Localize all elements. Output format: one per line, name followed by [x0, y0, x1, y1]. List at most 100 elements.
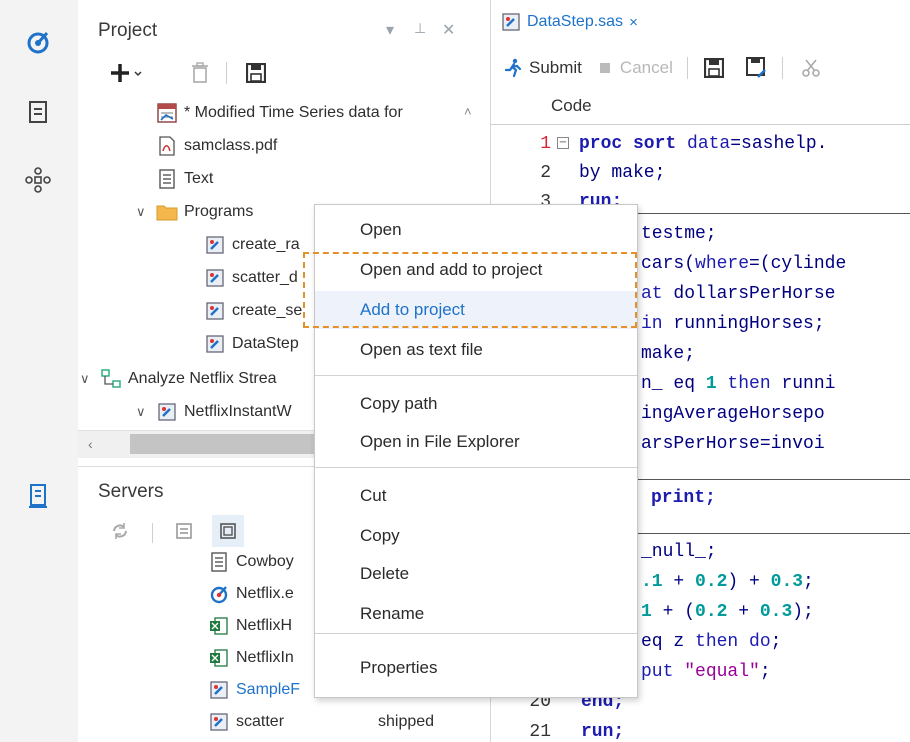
sas-program-icon	[204, 333, 226, 355]
tree-item[interactable]: ∨ Analyze Netflix Strea	[80, 364, 277, 394]
tree-item[interactable]: ∨ NetflixInstantW	[136, 397, 292, 427]
server-file-item[interactable]: NetflixH	[208, 611, 292, 641]
line-number: 2	[540, 163, 551, 183]
server-file-label: Netflix.e	[236, 585, 294, 602]
chevron-down-icon[interactable]: ▾	[386, 20, 394, 40]
tree-item[interactable]: create_se	[204, 296, 302, 326]
tree-item-label: Text	[184, 170, 214, 187]
refresh-icon[interactable]	[106, 517, 134, 545]
save-as-icon[interactable]	[745, 57, 768, 79]
sas-program-icon	[156, 401, 178, 423]
scroll-up-icon[interactable]: ˄	[464, 104, 472, 119]
menu-item[interactable]: Open and add to project	[315, 251, 637, 289]
server-file-label: NetflixH	[236, 617, 293, 634]
sas-program-icon	[501, 12, 521, 32]
server-file-item[interactable]: SampleF	[208, 675, 300, 705]
tree-item-label: create_se	[232, 302, 303, 319]
time-series-icon	[156, 102, 178, 124]
save-icon[interactable]	[703, 58, 724, 78]
save-icon[interactable]	[242, 58, 270, 88]
tree-item[interactable]: Text	[156, 164, 213, 194]
sas-program-icon	[204, 267, 226, 289]
running-man-icon	[503, 58, 523, 78]
project-pane-title: Project	[98, 20, 158, 41]
chevron-down-icon[interactable]: ∨	[136, 404, 152, 420]
tree-item[interactable]: * Modified Time Series data for	[156, 98, 403, 128]
scroll-left-icon[interactable]: ‹	[88, 436, 93, 452]
menu-item[interactable]: Open as text file	[315, 331, 637, 369]
server-file-item[interactable]: Cowboy	[208, 547, 294, 577]
server-file-label: SampleF	[236, 681, 301, 698]
context-menu: Open Open and add to project Add to projec…	[314, 204, 638, 698]
add-button[interactable]	[108, 58, 148, 88]
server-file-item[interactable]: shipped	[378, 707, 434, 737]
tab-close-icon[interactable]: ×	[629, 14, 638, 31]
stop-icon	[599, 63, 610, 73]
toolbar-separator	[226, 62, 227, 84]
code-text: .1 + 0.2) + 0.3;	[641, 572, 814, 592]
fold-toggle-icon[interactable]: −	[557, 137, 569, 149]
code-text: n_ eq 1 then runni	[641, 374, 836, 394]
submit-button[interactable]: Submit	[503, 58, 582, 78]
tree-item[interactable]: scatter_d	[204, 263, 298, 293]
document-icon[interactable]	[22, 96, 54, 128]
chevron-down-icon[interactable]: ∨	[80, 371, 96, 387]
tree-item-label: samclass.pdf	[184, 137, 278, 154]
menu-item[interactable]: Rename	[315, 595, 637, 633]
menu-item[interactable]: Cut	[315, 477, 637, 515]
editor-toolbar: Submit Cancel	[491, 46, 910, 90]
menu-separator	[315, 633, 637, 634]
menu-item[interactable]: Delete	[315, 555, 637, 593]
excel-file-icon	[208, 615, 230, 637]
toolbar-separator	[152, 523, 153, 543]
server-properties-icon[interactable]	[212, 515, 244, 547]
code-text: cars(where=(cylinde	[641, 254, 847, 274]
pin-icon[interactable]: ⊥	[414, 20, 426, 37]
tree-item[interactable]: DataStep	[204, 329, 299, 359]
tree-item[interactable]: create_ra	[204, 230, 300, 260]
trash-icon[interactable]	[186, 58, 214, 88]
server-icon[interactable]	[22, 480, 54, 512]
enterprise-guide-icon	[208, 583, 230, 605]
menu-item[interactable]: Copy path	[315, 385, 637, 423]
tree-item[interactable]: samclass.pdf	[156, 131, 277, 161]
sas-logo-icon[interactable]	[22, 26, 54, 58]
cancel-button[interactable]: Cancel	[599, 58, 673, 78]
server-file-item[interactable]: Netflix.e	[208, 579, 294, 609]
network-icon[interactable]	[22, 164, 54, 196]
code-text: eq z then do;	[641, 632, 782, 652]
code-line: 21 run;	[491, 717, 910, 742]
text-file-icon	[156, 168, 178, 190]
menu-item[interactable]: Open	[315, 211, 637, 249]
line-number: 21	[529, 722, 551, 742]
server-file-item[interactable]: scatter	[208, 707, 284, 737]
code-section-label: Code	[551, 96, 592, 115]
menu-item[interactable]: Add to project	[315, 291, 637, 329]
server-remove-icon[interactable]	[170, 517, 198, 545]
tree-item[interactable]: ∨ Programs	[136, 197, 253, 227]
menu-item[interactable]: Copy	[315, 517, 637, 555]
excel-file-icon	[208, 647, 230, 669]
close-icon[interactable]: ✕	[442, 20, 455, 40]
code-text: _null_;	[641, 542, 717, 562]
tree-item-label: create_ra	[232, 236, 300, 253]
code-text: make;	[641, 344, 696, 364]
editor-tab-bar: DataStep.sas ×	[491, 0, 910, 44]
submit-label: Submit	[529, 58, 582, 77]
menu-item[interactable]: Open in File Explorer	[315, 423, 637, 461]
code-text: in runningHorses;	[641, 314, 825, 334]
chevron-down-icon[interactable]: ∨	[136, 204, 152, 220]
tree-item-label: DataStep	[232, 335, 299, 352]
menu-item[interactable]: Properties	[315, 649, 637, 687]
tree-item-label: * Modified Time Series data for	[184, 104, 403, 121]
scrollbar-thumb[interactable]	[130, 434, 330, 454]
code-text: put "equal";	[641, 662, 771, 682]
tab-datastep[interactable]: DataStep.sas ×	[491, 0, 648, 44]
tree-item-label: Analyze Netflix Strea	[128, 370, 277, 387]
code-text: proc sort data=sashelp.	[579, 134, 828, 154]
server-file-item[interactable]: NetflixIn	[208, 643, 294, 673]
sas-program-icon	[208, 679, 230, 701]
scissors-icon[interactable]	[801, 58, 821, 78]
code-text: print;	[651, 488, 716, 508]
flow-icon	[100, 368, 122, 390]
